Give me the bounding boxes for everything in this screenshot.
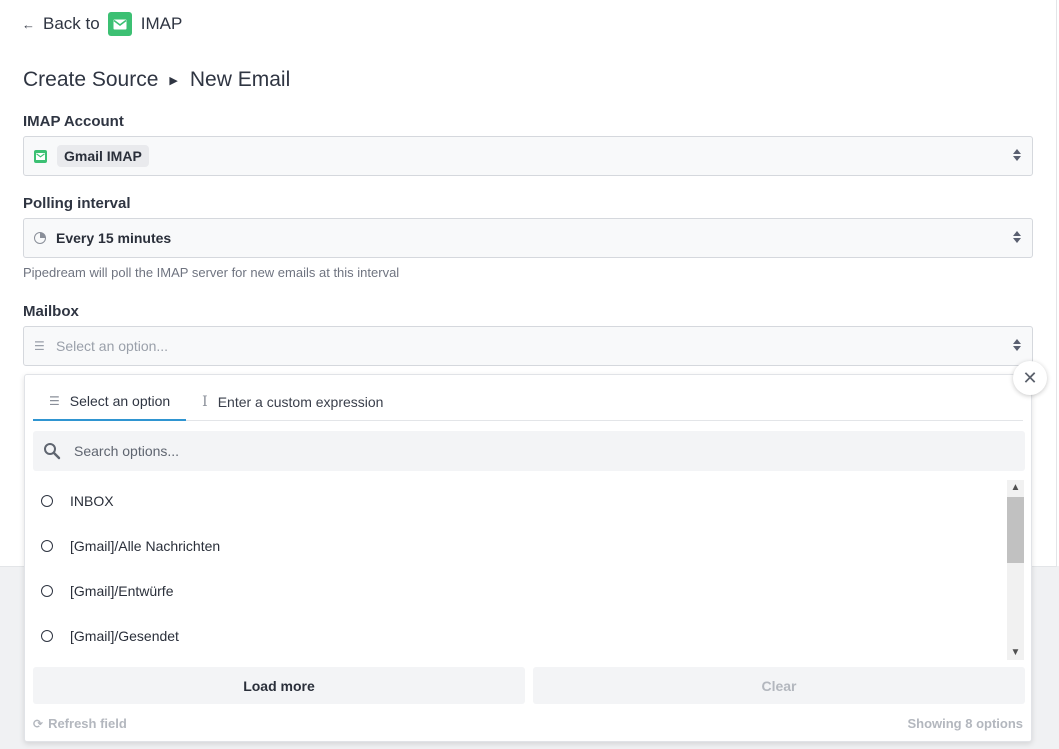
back-arrow-icon: ← — [22, 16, 35, 32]
radio-icon — [41, 494, 53, 507]
page: ← Back to IMAP Create Source ▶ New Email… — [0, 0, 1059, 749]
option-label: [Gmail]/Entwürfe — [70, 582, 174, 599]
text-cursor-icon: I — [202, 394, 208, 410]
dropdown-tabs: ☰ Select an option I Enter a custom expr… — [33, 383, 1023, 421]
search-icon — [44, 443, 61, 460]
tab-label: Enter a custom expression — [217, 394, 384, 410]
mail-icon — [34, 149, 47, 163]
breadcrumb-caret-icon: ▶ — [169, 74, 178, 87]
refresh-field-link[interactable]: ⟳ Refresh field — [33, 716, 127, 731]
mail-icon — [107, 12, 132, 36]
polling-interval-label: Polling interval — [23, 195, 131, 212]
list-item[interactable]: [Gmail]/Entwürfe — [25, 568, 1005, 613]
list-item[interactable]: [Gmail]/Gesendet — [25, 613, 1005, 658]
clear-button[interactable]: Clear — [533, 667, 1025, 704]
option-label: INBOX — [70, 492, 114, 509]
refresh-label: Refresh field — [48, 716, 127, 731]
polling-interval-value: Every 15 minutes — [56, 230, 172, 246]
account-pill: Gmail IMAP — [57, 145, 149, 167]
mailbox-dropdown: ☰ Select an option I Enter a custom expr… — [24, 374, 1032, 742]
radio-icon — [41, 539, 53, 552]
radio-icon — [41, 629, 53, 642]
breadcrumb-parent: Create Source — [23, 68, 159, 91]
divider — [1056, 0, 1057, 566]
search-input[interactable] — [74, 443, 974, 459]
mailbox-placeholder: Select an option... — [56, 338, 169, 354]
option-label: [Gmail]/Gesendet — [70, 627, 179, 644]
options-list: INBOX [Gmail]/Alle Nachrichten [Gmail]/E… — [25, 478, 1005, 658]
polling-help-text: Pipedream will poll the IMAP server for … — [23, 265, 400, 280]
sort-arrows-icon — [1013, 231, 1021, 243]
load-more-button[interactable]: Load more — [33, 667, 525, 704]
app-name: IMAP — [140, 14, 183, 33]
tab-custom-expression[interactable]: I Enter a custom expression — [186, 383, 399, 421]
tab-select-option[interactable]: ☰ Select an option — [33, 383, 187, 421]
list-icon: ☰ — [34, 339, 45, 353]
list-item[interactable]: [Gmail]/Alle Nachrichten — [25, 523, 1005, 568]
tab-label: Select an option — [69, 393, 171, 409]
mailbox-label: Mailbox — [23, 303, 79, 320]
options-scrollbar[interactable]: ▲ ▼ — [1007, 480, 1024, 660]
page-title: Create Source ▶ New Email — [23, 67, 290, 93]
breadcrumb-current: New Email — [189, 68, 291, 91]
mailbox-select[interactable]: ☰ Select an option... — [23, 326, 1033, 366]
radio-icon — [41, 584, 53, 597]
options-count: Showing 8 options — [907, 716, 1023, 731]
list-icon: ☰ — [49, 394, 60, 408]
option-label: [Gmail]/Alle Nachrichten — [70, 537, 221, 554]
imap-account-label: IMAP Account — [23, 113, 124, 130]
clock-icon — [34, 232, 46, 244]
back-link[interactable]: ← Back to IMAP — [22, 12, 182, 36]
close-dropdown-button[interactable]: ✕ — [1013, 361, 1047, 395]
imap-account-select[interactable]: Gmail IMAP — [23, 136, 1033, 176]
search-box — [33, 431, 1025, 471]
sort-arrows-icon — [1013, 339, 1021, 351]
polling-interval-select[interactable]: Every 15 minutes — [23, 218, 1033, 258]
scroll-up-icon[interactable]: ▲ — [1007, 480, 1024, 495]
list-item[interactable]: INBOX — [25, 478, 1005, 523]
refresh-icon: ⟳ — [33, 716, 44, 731]
back-label: Back to — [43, 14, 100, 33]
sort-arrows-icon — [1013, 149, 1021, 161]
scroll-down-icon[interactable]: ▼ — [1007, 645, 1024, 660]
scrollbar-thumb[interactable] — [1007, 497, 1024, 563]
